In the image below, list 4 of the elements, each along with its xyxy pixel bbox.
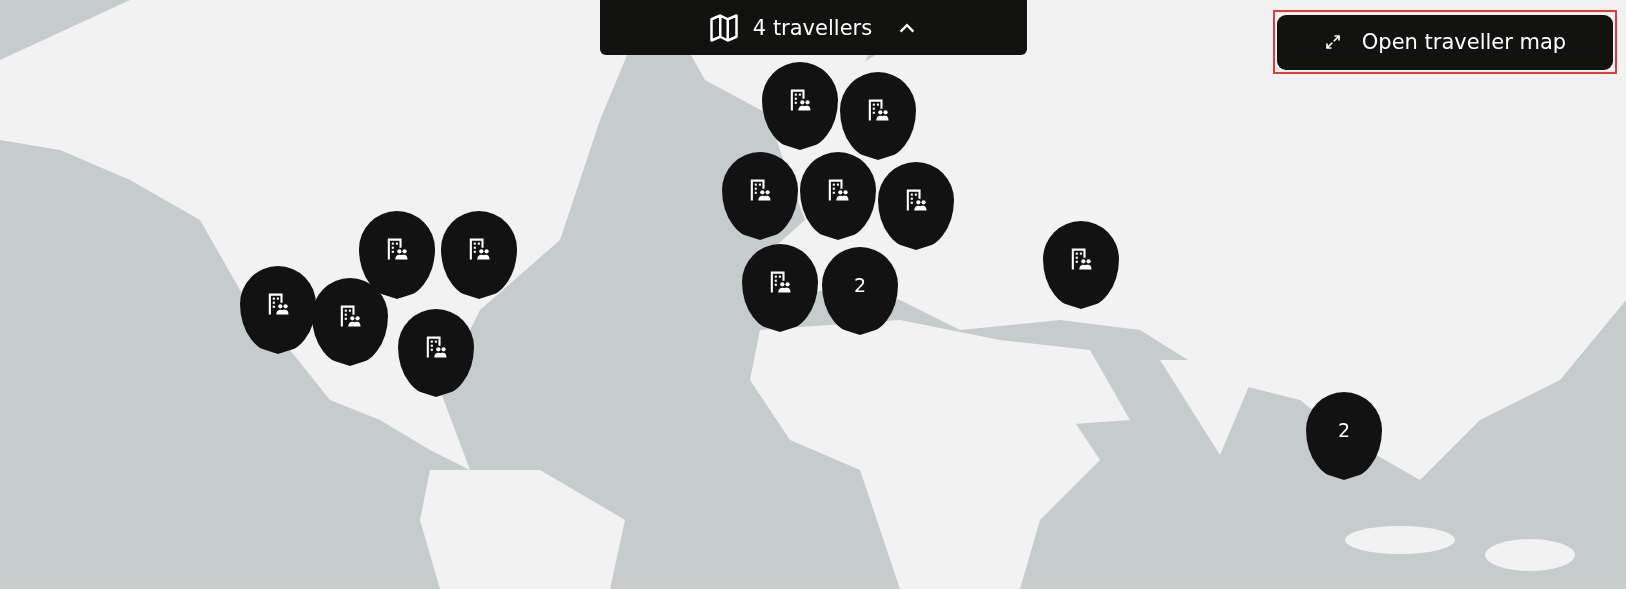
open-map-button[interactable]: Open traveller map (1277, 14, 1613, 70)
map-icon (708, 12, 739, 43)
expand-icon (1323, 33, 1342, 51)
travellers-toggle[interactable]: 4 travellers (600, 0, 1027, 55)
